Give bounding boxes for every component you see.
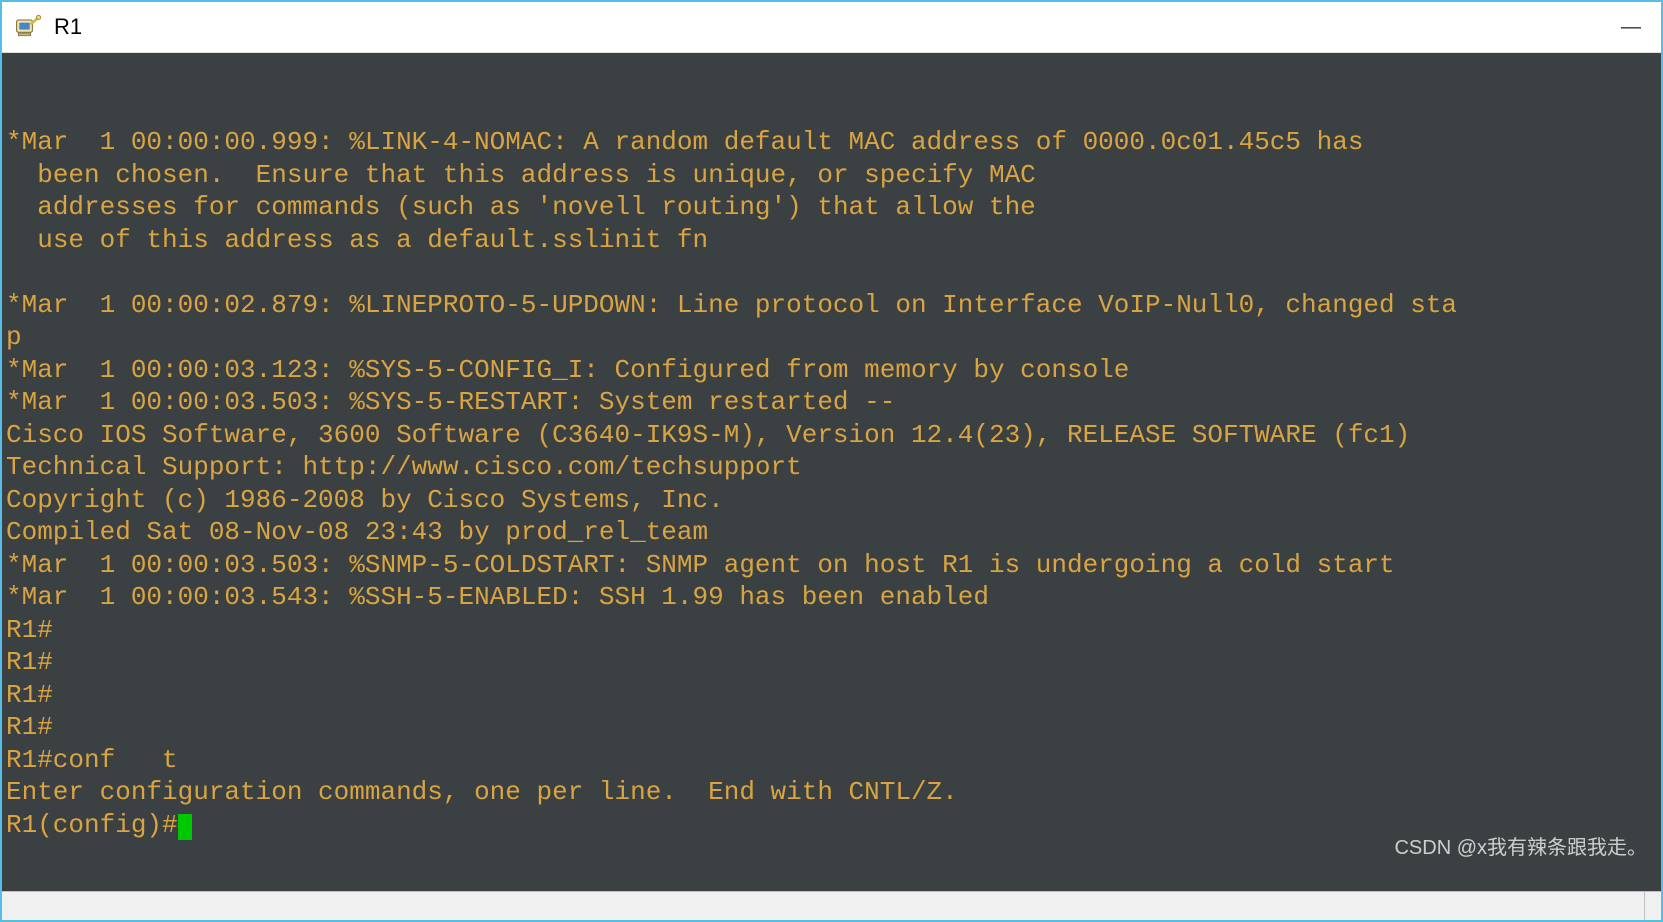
putty-window: R1 — *Mar 1 00:00:00.999: %LINK-4-NOMAC:… <box>0 0 1663 922</box>
terminal-output[interactable]: *Mar 1 00:00:00.999: %LINK-4-NOMAC: A ra… <box>2 53 1661 891</box>
window-controls: — <box>1611 2 1651 52</box>
terminal-lines: *Mar 1 00:00:00.999: %LINK-4-NOMAC: A ra… <box>6 127 1457 807</box>
terminal-cursor <box>178 814 192 840</box>
app-icon <box>12 11 44 43</box>
window-title: R1 <box>54 14 82 40</box>
status-bar <box>2 891 1661 920</box>
watermark-text: CSDN @x我有辣条跟我走。 <box>1394 836 1647 861</box>
terminal-prompt: R1(config)# <box>6 810 178 840</box>
minimize-button[interactable]: — <box>1611 12 1651 42</box>
status-separator <box>1644 892 1645 920</box>
title-bar[interactable]: R1 — <box>2 2 1661 53</box>
